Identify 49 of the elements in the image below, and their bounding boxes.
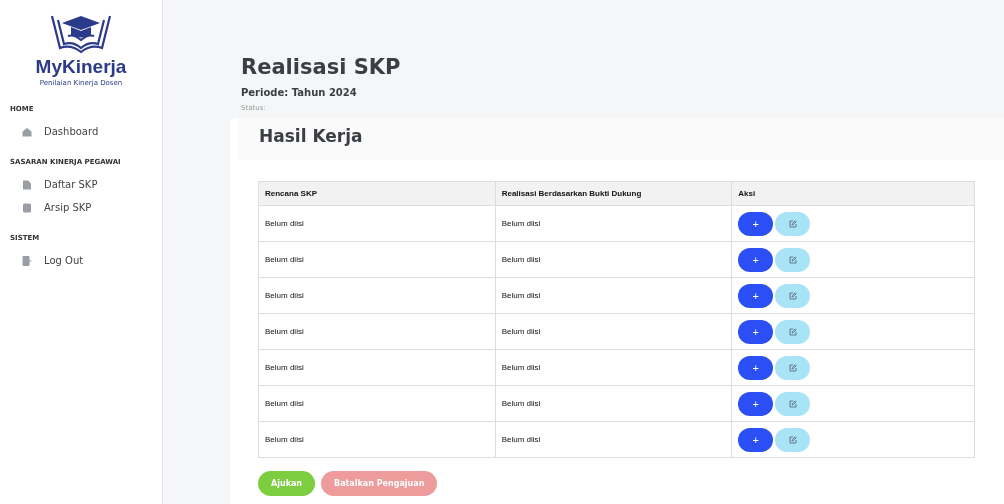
add-button[interactable]: + bbox=[738, 427, 774, 452]
table-cell: Belum diisi bbox=[495, 421, 732, 458]
document-icon bbox=[22, 179, 32, 190]
table-cell: Belum diisi bbox=[495, 277, 732, 314]
add-button[interactable]: + bbox=[738, 283, 774, 308]
edit-icon bbox=[788, 327, 797, 336]
door-icon bbox=[22, 255, 32, 266]
edit-icon bbox=[788, 219, 797, 228]
edit-icon bbox=[788, 435, 797, 444]
sidebar-item[interactable]: Log Out bbox=[0, 250, 162, 271]
edit-button[interactable] bbox=[775, 319, 811, 344]
table-cell: Belum diisi bbox=[258, 205, 496, 242]
edit-button[interactable] bbox=[775, 211, 811, 236]
table-cell: Belum diisi bbox=[258, 277, 496, 314]
column-header: Aksi bbox=[731, 181, 975, 206]
table-cell: Belum diisi bbox=[495, 385, 732, 422]
edit-icon bbox=[788, 291, 797, 300]
edit-button[interactable] bbox=[775, 391, 811, 416]
add-button[interactable]: + bbox=[738, 391, 774, 416]
edit-icon bbox=[788, 399, 797, 408]
edit-button[interactable] bbox=[775, 427, 811, 452]
add-button[interactable]: + bbox=[738, 211, 774, 236]
table-cell: Belum diisi bbox=[258, 349, 496, 386]
brand-name: MyKinerja bbox=[35, 56, 127, 78]
sidebar-item[interactable]: Arsip SKP bbox=[0, 197, 162, 218]
add-button[interactable]: + bbox=[738, 319, 774, 344]
sidebar-item[interactable]: Daftar SKP bbox=[0, 174, 162, 195]
edit-button[interactable] bbox=[775, 355, 811, 380]
table-cell: Belum diisi bbox=[258, 385, 496, 422]
edit-icon bbox=[788, 255, 797, 264]
house-icon bbox=[22, 126, 32, 137]
table-cell: Belum diisi bbox=[495, 313, 732, 350]
table-cell: Belum diisi bbox=[495, 349, 732, 386]
column-header: Realisasi Berdasarkan Bukti Dukung bbox=[495, 181, 732, 206]
edit-button[interactable] bbox=[775, 283, 811, 308]
sidebar-item[interactable]: Dashboard bbox=[0, 121, 162, 142]
table-cell: Belum diisi bbox=[495, 241, 732, 278]
edit-button[interactable] bbox=[775, 247, 811, 272]
period-label: Periode: Tahun 2024 bbox=[241, 87, 358, 98]
add-button[interactable]: + bbox=[738, 247, 774, 272]
add-button[interactable]: + bbox=[738, 355, 774, 380]
table-cell: Belum diisi bbox=[258, 241, 496, 278]
page-title: Realisasi SKP bbox=[241, 55, 402, 79]
card-title: Hasil Kerja bbox=[238, 118, 1004, 160]
table-cell: Belum diisi bbox=[258, 313, 496, 350]
table-cell: Belum diisi bbox=[495, 205, 732, 242]
edit-icon bbox=[788, 363, 797, 372]
column-header: Rencana SKP bbox=[258, 181, 496, 206]
table-cell: Belum diisi bbox=[258, 421, 496, 458]
